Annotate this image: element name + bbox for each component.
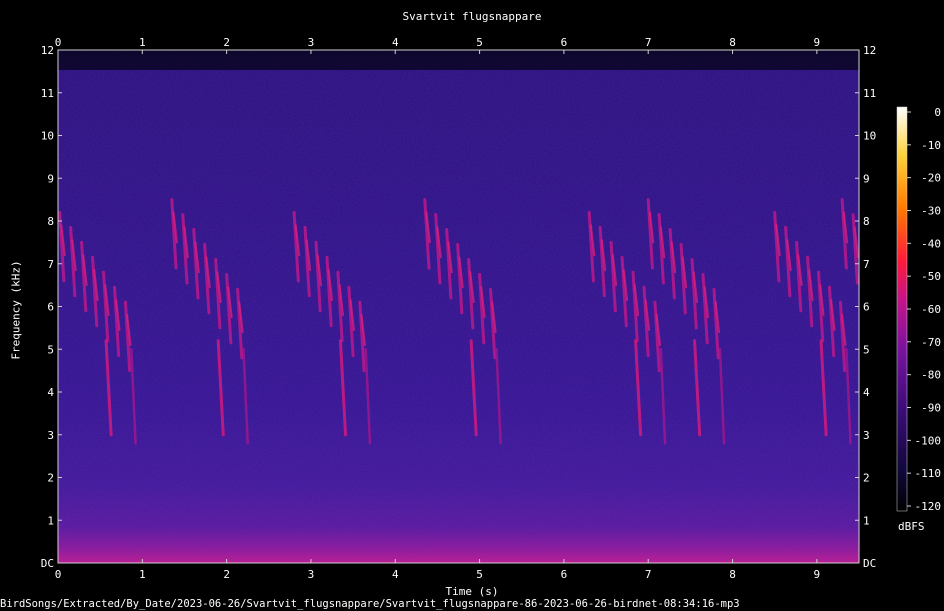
x-tick-label: 9 (814, 568, 821, 581)
x-tick-label: 6 (561, 36, 568, 49)
y-tick-label: 6 (47, 301, 54, 314)
y-tick-label: 1 (47, 514, 54, 527)
y-tick-label: 9 (47, 172, 54, 185)
x-tick-label: 1 (139, 36, 146, 49)
y-tick-label: 7 (47, 258, 54, 271)
x-tick-label: 8 (729, 36, 736, 49)
x-tick-label: 5 (476, 36, 483, 49)
colorbar-tick-label: -80 (921, 369, 941, 382)
x-tick-label: 4 (392, 568, 399, 581)
y-tick-label: DC (863, 557, 876, 570)
y-tick-label: DC (41, 557, 54, 570)
x-tick-label: 7 (645, 36, 652, 49)
y-tick-label: 11 (41, 87, 54, 100)
colorbar-tick-label: 0 (934, 106, 941, 119)
y-tick-label: 2 (47, 472, 54, 485)
colorbar-tick-label: -90 (921, 402, 941, 415)
high-frequency-cutoff (58, 50, 859, 70)
x-tick-label: 4 (392, 36, 399, 49)
x-tick-label: 7 (645, 568, 652, 581)
colorbar-tick-label: -40 (921, 237, 941, 250)
y-tick-label: 10 (863, 130, 876, 143)
y-tick-label: 6 (863, 301, 870, 314)
y-tick-label: 12 (41, 44, 54, 57)
colorbar-tick-label: -60 (921, 303, 941, 316)
colorbar-tick-label: -120 (915, 500, 942, 513)
colorbar-tick-label: -50 (921, 270, 941, 283)
spectrogram-chart: 00112233445566778899 DC DC1 12 23 34 45 56 67 78… (41, 36, 941, 581)
y-tick-label: 3 (863, 429, 870, 442)
colorbar-tick-label: -30 (921, 205, 941, 218)
colorbar-tick-label: -20 (921, 172, 941, 185)
colorbar-ticks: 0 -10 -20 -30 -40 -50 -60 -70 -80 -90 -100 -110 -120 (907, 106, 941, 513)
y-tick-label: 10 (41, 130, 54, 143)
spectrogram-noise (58, 50, 859, 563)
y-tick-label: 11 (863, 87, 876, 100)
x-tick-label: 0 (55, 568, 62, 581)
x-tick-label: 0 (55, 36, 62, 49)
x-tick-label: 5 (476, 568, 483, 581)
x-tick-label: 6 (561, 568, 568, 581)
x-tick-label: 9 (814, 36, 821, 49)
y-tick-label: 3 (47, 429, 54, 442)
x-tick-label: 8 (729, 568, 736, 581)
x-tick-label: 2 (223, 568, 230, 581)
y-tick-label: 5 (47, 343, 54, 356)
x-tick-label: 3 (308, 36, 315, 49)
y-tick-label: 2 (863, 472, 870, 485)
y-tick-label: 7 (863, 258, 870, 271)
colorbar-tick-label: -10 (921, 139, 941, 152)
y-tick-label: 12 (863, 44, 876, 57)
x-tick-label: 1 (139, 568, 146, 581)
x-tick-label: 2 (223, 36, 230, 49)
colorbar-tick-label: -100 (915, 434, 942, 447)
colorbar-tick-label: -70 (921, 336, 941, 349)
y-tick-label: 9 (863, 172, 870, 185)
colorbar (896, 106, 908, 512)
y-tick-label: 5 (863, 343, 870, 356)
x-tick-label: 3 (308, 568, 315, 581)
y-tick-label: 8 (47, 215, 54, 228)
y-tick-label: 1 (863, 514, 870, 527)
y-tick-label: 4 (863, 386, 870, 399)
y-tick-label: 8 (863, 215, 870, 228)
colorbar-tick-label: -110 (915, 467, 942, 480)
y-tick-label: 4 (47, 386, 54, 399)
